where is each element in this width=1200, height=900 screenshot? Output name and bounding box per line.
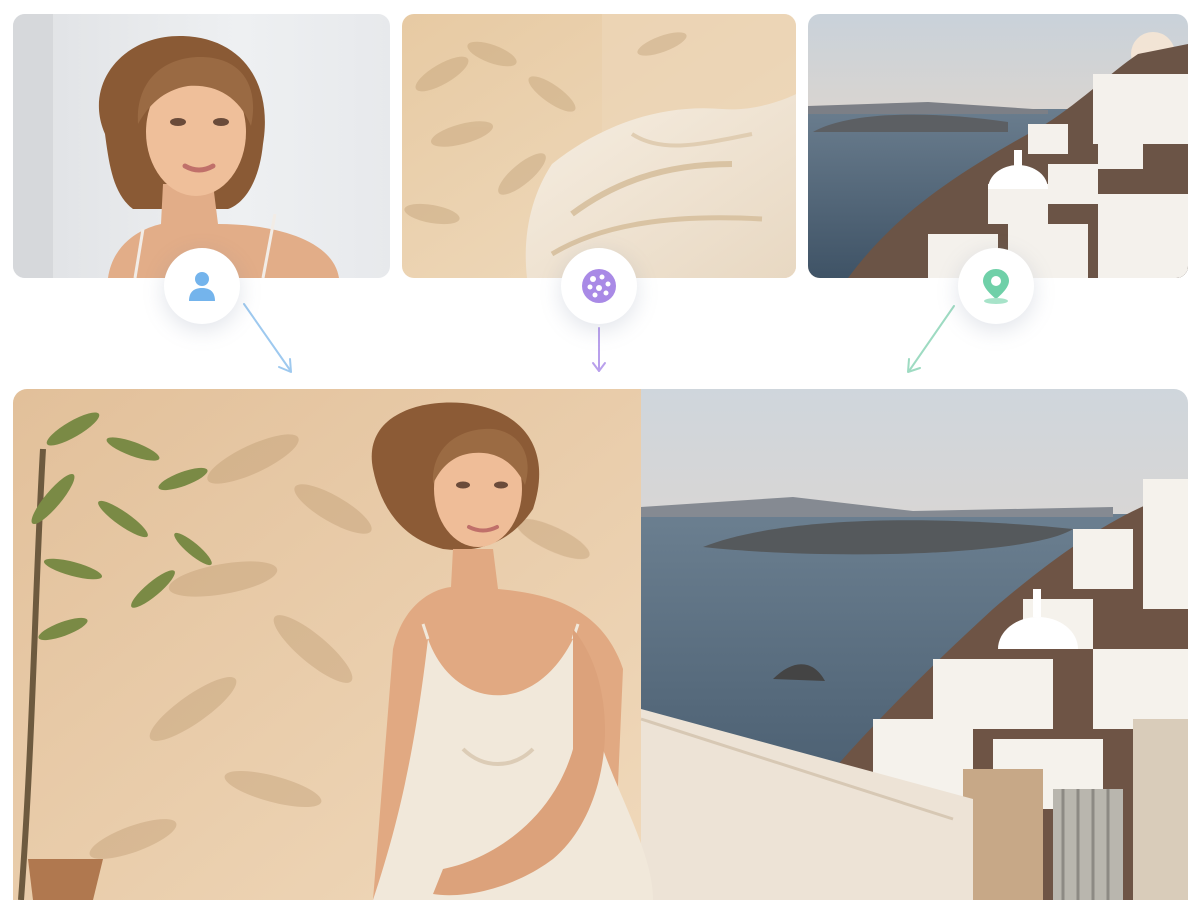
style-reference-image[interactable]: [402, 14, 796, 278]
portrait-photo: [13, 14, 390, 278]
location-reference-image[interactable]: [808, 14, 1188, 278]
map-pin-icon: [983, 269, 1009, 304]
person-icon: [189, 272, 215, 301]
style-arrow: [592, 327, 606, 372]
location-badge[interactable]: [958, 248, 1034, 324]
location-arrow: [907, 305, 955, 373]
santorini-coast-photo: [808, 14, 1188, 278]
linen-texture-photo: [402, 14, 796, 278]
subject-badge[interactable]: [164, 248, 240, 324]
generated-result-image[interactable]: [13, 389, 1188, 900]
subject-reference-image[interactable]: [13, 14, 390, 278]
style-badge[interactable]: [561, 248, 637, 324]
composite-photo: [13, 389, 1188, 900]
palette-icon: [582, 269, 616, 303]
subject-arrow: [243, 303, 292, 373]
